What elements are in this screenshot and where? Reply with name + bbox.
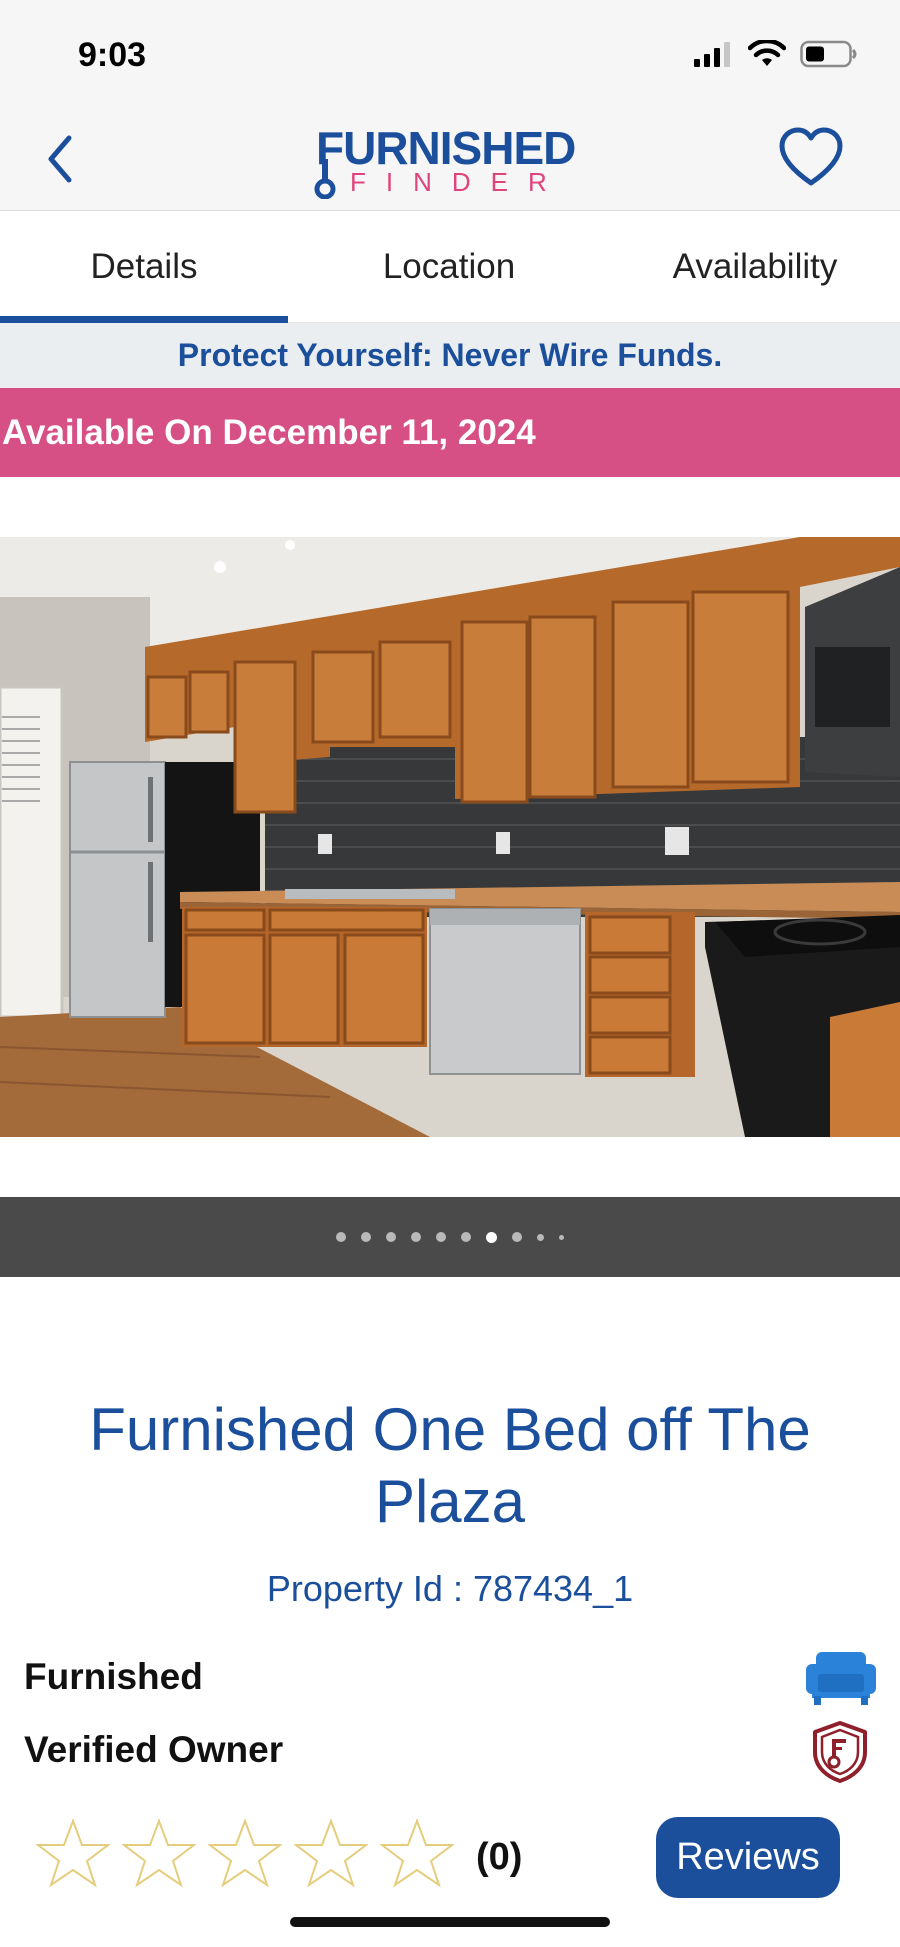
heart-icon (779, 127, 843, 186)
carousel-dot[interactable] (461, 1232, 471, 1242)
home-indicator[interactable] (290, 1917, 610, 1927)
status-icons (694, 40, 858, 68)
feature-verified-owner-label: Verified Owner (24, 1729, 284, 1770)
star-empty-icon[interactable] (122, 1818, 196, 1888)
battery-icon (800, 40, 857, 68)
warning-banner: Protect Yourself: Never Wire Funds. (0, 323, 900, 388)
rating-stars[interactable] (36, 1818, 454, 1888)
tab-availability[interactable]: Availability (610, 211, 900, 323)
review-count: (0) (476, 1836, 523, 1878)
availability-banner: Available On December 11, 2024 (0, 388, 900, 477)
carousel-dot[interactable] (386, 1232, 396, 1242)
carousel-dot[interactable] (559, 1234, 564, 1240)
feature-furnished-label: Furnished (24, 1656, 203, 1697)
verified-shield-icon (813, 1721, 867, 1783)
key-icon (314, 159, 336, 199)
sofa-icon (806, 1652, 876, 1705)
tab-location[interactable]: Location (288, 211, 610, 323)
carousel-dot[interactable] (336, 1232, 346, 1242)
carousel-dot[interactable] (411, 1232, 421, 1242)
furnished-finder-logo: FURNISHED FINDER (312, 119, 592, 199)
star-empty-icon[interactable] (294, 1818, 368, 1888)
property-id: Property Id : 787434_1 (266, 1568, 634, 1609)
logo-wordmark-bottom: FINDER (350, 167, 567, 197)
carousel-dot[interactable] (512, 1232, 522, 1242)
carousel-dot[interactable] (361, 1232, 371, 1242)
reviews-button[interactable]: Reviews (656, 1817, 840, 1898)
back-button[interactable] (40, 131, 80, 187)
star-empty-icon[interactable] (380, 1818, 454, 1888)
carousel-dot[interactable] (537, 1233, 544, 1241)
active-tab-indicator (0, 316, 288, 323)
cellular-signal-icon (694, 42, 730, 67)
star-empty-icon[interactable] (36, 1818, 110, 1888)
tab-details[interactable]: Details (0, 211, 288, 323)
kitchen-photo (0, 537, 900, 1137)
listing-title: Furnished One Bed off The Plaza (89, 1396, 811, 1535)
tab-bar: Details Location Availability (0, 211, 900, 323)
chevron-left-icon (48, 135, 72, 183)
listing-photo[interactable] (0, 537, 900, 1137)
star-empty-icon[interactable] (208, 1818, 282, 1888)
carousel-dot[interactable] (436, 1232, 446, 1242)
carousel-dot-active[interactable] (486, 1231, 497, 1243)
favorite-button[interactable] (778, 127, 844, 189)
status-time: 9:03 (78, 36, 147, 74)
status-bar: 9:03 (0, 0, 900, 105)
wifi-icon (748, 40, 786, 66)
app-header: FURNISHED FINDER (0, 105, 900, 211)
photo-carousel-indicator[interactable] (0, 1197, 900, 1277)
